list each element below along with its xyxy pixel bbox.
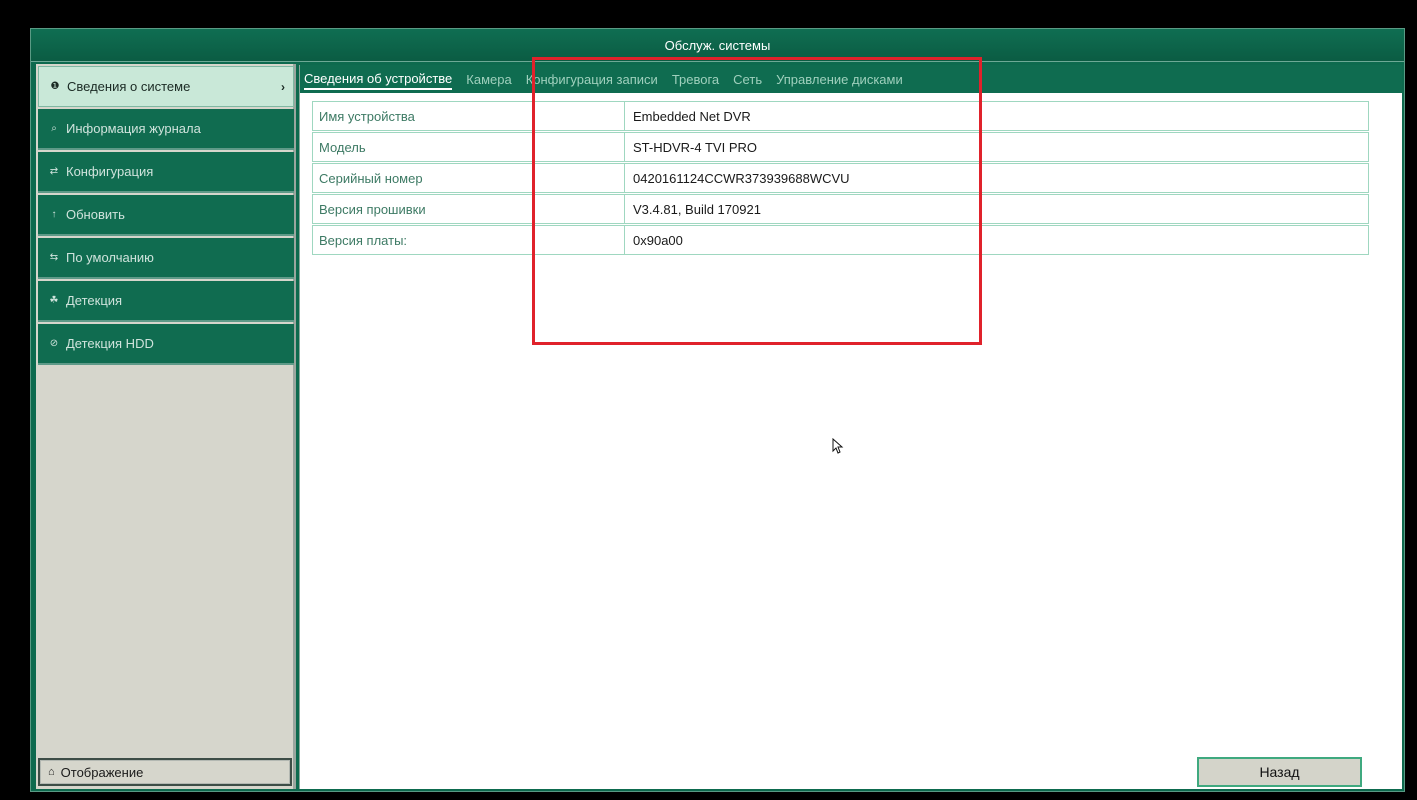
sidebar-item-configuration[interactable]: ⇄ Конфигурация <box>38 152 294 193</box>
sidebar: ❶ Сведения о системе › ⌕ Информация журн… <box>36 64 296 789</box>
row-value: Embedded Net DVR <box>633 108 751 124</box>
sidebar-item-label: Сведения о системе <box>67 79 191 94</box>
table-row: Серийный номер 0420161124CCWR373939688WC… <box>312 163 1369 193</box>
table-row: Имя устройства Embedded Net DVR <box>312 101 1369 131</box>
sidebar-item-label: По умолчанию <box>66 250 154 265</box>
row-value: ST-HDVR-4 TVI PRO <box>633 139 758 155</box>
row-label: Версия прошивки <box>313 195 625 223</box>
hdd-detection-icon: ⊘ <box>49 338 59 349</box>
chevron-right-icon: › <box>281 79 285 94</box>
sidebar-item-hdd-detection[interactable]: ⊘ Детекция HDD <box>38 324 294 365</box>
live-view-label: Отображение <box>60 764 144 780</box>
sidebar-item-default[interactable]: ⇆ По умолчанию <box>38 238 294 279</box>
sidebar-item-label: Информация журнала <box>66 121 201 136</box>
tab-disk-management[interactable]: Управление дисками <box>776 69 903 89</box>
row-value: V3.4.81, Build 170921 <box>633 201 761 217</box>
tab-network[interactable]: Сеть <box>733 69 762 89</box>
upgrade-icon: ↑ <box>51 209 57 220</box>
row-label: Серийный номер <box>313 164 625 192</box>
tab-alarm[interactable]: Тревога <box>672 69 719 89</box>
config-icon: ⇄ <box>49 166 59 177</box>
live-view-button[interactable]: ⌂ Отображение <box>38 758 292 786</box>
sidebar-item-label: Обновить <box>66 207 125 222</box>
default-icon: ⇆ <box>49 252 59 263</box>
sidebar-item-log-info[interactable]: ⌕ Информация журнала <box>38 109 294 150</box>
mouse-cursor-icon <box>832 438 844 454</box>
sidebar-item-system-info[interactable]: ❶ Сведения о системе › <box>38 66 294 107</box>
sidebar-item-label: Детекция HDD <box>66 336 154 351</box>
row-label: Имя устройства <box>313 102 625 130</box>
table-row: Версия платы: 0x90a00 <box>312 225 1369 255</box>
detection-icon: ☘ <box>49 295 59 306</box>
row-label: Модель <box>313 133 625 161</box>
tab-camera[interactable]: Камера <box>466 69 511 89</box>
table-row: Версия прошивки V3.4.81, Build 170921 <box>312 194 1369 224</box>
row-value: 0x90a00 <box>633 232 683 248</box>
back-button[interactable]: Назад <box>1197 757 1362 787</box>
sidebar-item-detection[interactable]: ☘ Детекция <box>38 281 294 322</box>
sidebar-item-upgrade[interactable]: ↑ Обновить <box>38 195 294 236</box>
window-title: Обслуж. системы <box>31 29 1404 62</box>
search-log-icon: ⌕ <box>51 123 57 134</box>
row-label: Версия платы: <box>313 226 625 254</box>
info-icon: ❶ <box>50 81 60 92</box>
home-icon: ⌂ <box>48 766 55 778</box>
device-info-table: Имя устройства Embedded Net DVR Модель S… <box>312 101 1369 256</box>
main-content: Сведения об устройстве Камера Конфигурац… <box>299 65 1402 789</box>
sidebar-item-label: Детекция <box>66 293 123 308</box>
tab-record-config[interactable]: Конфигурация записи <box>526 69 658 89</box>
tab-device-info[interactable]: Сведения об устройстве <box>304 68 453 90</box>
row-value: 0420161124CCWR373939688WCVU <box>633 170 850 186</box>
sidebar-item-label: Конфигурация <box>66 164 154 179</box>
dvr-maintenance-window: Обслуж. системы ❶ Сведения о системе › ⌕… <box>30 28 1405 792</box>
tab-bar: Сведения об устройстве Камера Конфигурац… <box>300 65 1402 93</box>
table-row: Модель ST-HDVR-4 TVI PRO <box>312 132 1369 162</box>
